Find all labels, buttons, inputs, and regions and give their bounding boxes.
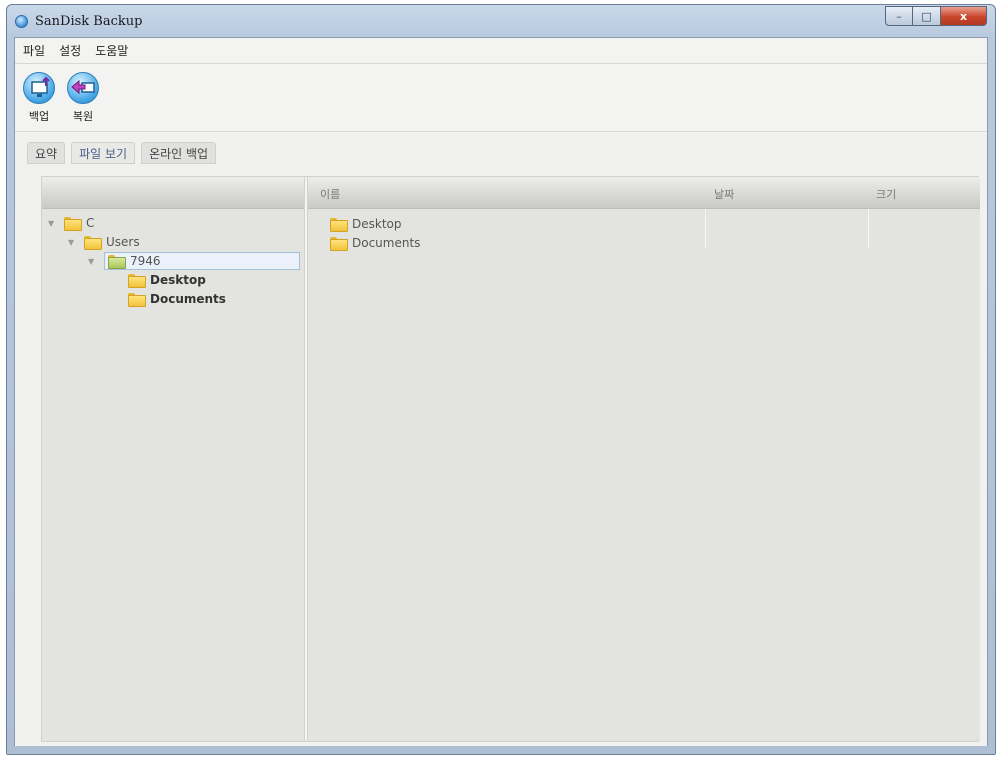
backup-label: 백업: [28, 110, 50, 123]
list-header: 이름 날짜 크기: [308, 177, 980, 209]
expand-arrow-icon[interactable]: ▼: [88, 257, 98, 266]
menu-file[interactable]: 파일: [23, 42, 45, 59]
folder-icon: [108, 255, 126, 269]
expand-arrow-icon[interactable]: ▼: [68, 238, 78, 247]
toolbar: 백업 복원: [15, 64, 987, 132]
tree-header: [42, 177, 304, 209]
title-bar[interactable]: SanDisk Backup – □ x: [7, 5, 995, 37]
client-area: 파일 설정 도움말 백업 복원 요약 파일 보기 온라인 백업 ▼ C ▼ Us…: [14, 37, 988, 748]
app-window: SanDisk Backup – □ x 파일 설정 도움말 백업 복원 요약 …: [6, 4, 996, 755]
tree-node-label: 7946: [130, 254, 161, 268]
folder-tree[interactable]: ▼ C ▼ Users ▼ 7946 Desktop Documents: [42, 177, 304, 741]
column-separator: [705, 209, 706, 249]
minimize-button[interactable]: –: [885, 6, 913, 26]
column-name[interactable]: 이름: [320, 186, 340, 202]
tab-online-backup[interactable]: 온라인 백업: [141, 142, 217, 164]
column-size[interactable]: 크기: [876, 186, 896, 202]
close-button[interactable]: x: [941, 6, 987, 26]
tree-node-users[interactable]: ▼ Users: [68, 233, 140, 251]
tree-node-7946[interactable]: ▼ 7946: [88, 252, 300, 270]
restore-label: 복원: [72, 110, 94, 123]
maximize-icon: □: [921, 9, 932, 23]
restore-button[interactable]: 복원: [63, 72, 103, 124]
file-name: Documents: [352, 236, 421, 250]
close-icon: x: [959, 9, 968, 23]
tab-file-view[interactable]: 파일 보기: [71, 142, 136, 164]
file-browser-panel: ▼ C ▼ Users ▼ 7946 Desktop Documents 이름 …: [41, 176, 980, 742]
tree-node-label: Documents: [150, 292, 226, 306]
view-tabs: 요약 파일 보기 온라인 백업: [27, 142, 217, 164]
backup-button[interactable]: 백업: [19, 72, 59, 124]
restore-icon: [67, 72, 99, 104]
app-icon: [15, 15, 28, 28]
folder-icon: [330, 218, 348, 232]
folder-icon: [128, 274, 146, 288]
list-item[interactable]: Documents: [330, 234, 420, 252]
selected-node[interactable]: 7946: [104, 252, 300, 270]
menu-settings[interactable]: 설정: [59, 42, 81, 59]
window-title: SanDisk Backup: [35, 14, 143, 29]
tab-summary[interactable]: 요약: [27, 142, 66, 164]
tree-node-documents[interactable]: Documents: [128, 290, 226, 308]
folder-icon: [64, 217, 82, 231]
folder-icon: [330, 237, 348, 251]
backup-icon: [23, 72, 55, 104]
menu-help[interactable]: 도움말: [95, 42, 128, 59]
file-list: 이름 날짜 크기 Desktop Documents: [308, 177, 980, 741]
maximize-button[interactable]: □: [913, 6, 941, 26]
tree-node-label: Desktop: [150, 273, 206, 287]
folder-icon: [128, 293, 146, 307]
list-item[interactable]: Desktop: [330, 215, 402, 233]
menu-bar: 파일 설정 도움말: [15, 38, 987, 64]
file-name: Desktop: [352, 217, 402, 231]
minimize-icon: –: [896, 9, 902, 23]
column-separator: [868, 209, 869, 249]
tree-node-c[interactable]: ▼ C: [48, 214, 94, 232]
tree-node-desktop[interactable]: Desktop: [128, 271, 206, 289]
window-bottom-border: [7, 746, 995, 754]
tree-node-label: C: [86, 216, 95, 230]
tree-node-label: Users: [106, 235, 140, 249]
folder-icon: [84, 236, 102, 250]
column-date[interactable]: 날짜: [714, 186, 734, 202]
expand-arrow-icon[interactable]: ▼: [48, 219, 58, 228]
